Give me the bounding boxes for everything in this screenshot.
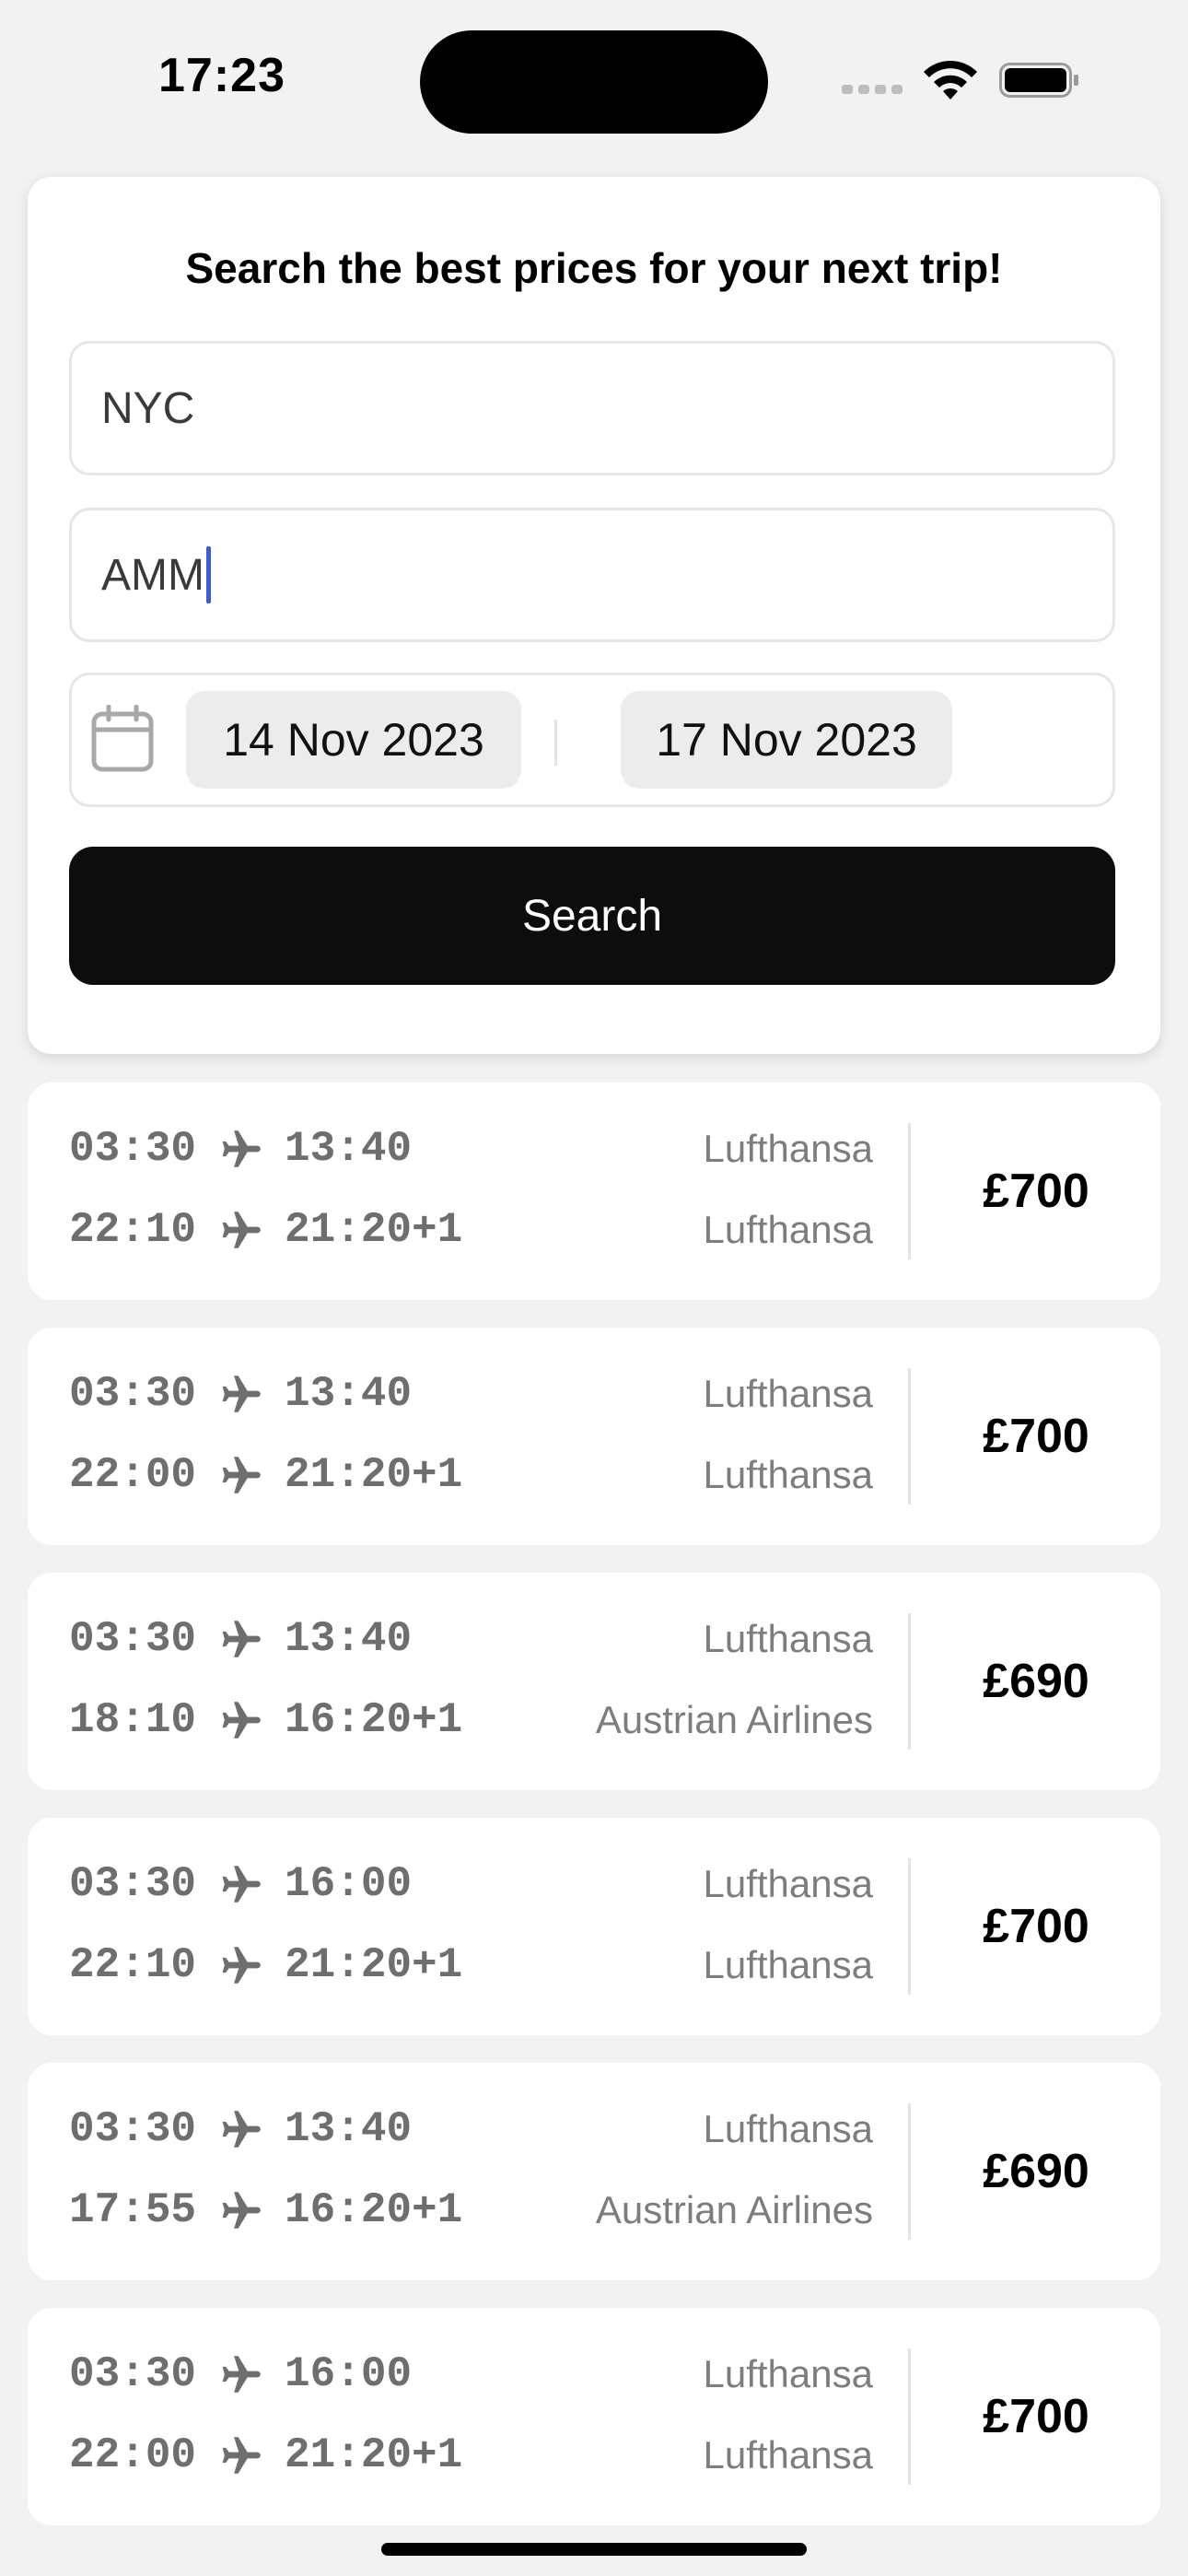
- cellular-signal-icon: [842, 85, 903, 94]
- price-divider: [908, 2103, 911, 2240]
- origin-value: NYC: [101, 383, 195, 433]
- departure-time: 22:10: [69, 1941, 197, 1989]
- plane-icon: [222, 2437, 261, 2474]
- departure-time: 03:30: [69, 1860, 197, 1908]
- arrival-time: 16:20+1: [285, 2186, 463, 2234]
- search-title: Search the best prices for your next tri…: [185, 244, 1003, 292]
- arrival-time: 21:20+1: [285, 1941, 463, 1989]
- end-date-picker[interactable]: 17 Nov 2023: [621, 691, 952, 789]
- status-time: 17:23: [158, 49, 285, 102]
- price-label: £690: [983, 1655, 1089, 1708]
- arrival-time: 13:40: [285, 1615, 413, 1663]
- outbound-airline: Lufthansa: [703, 1127, 874, 1170]
- plane-icon: [222, 1212, 261, 1248]
- search-button[interactable]: Search: [69, 847, 1115, 985]
- departure-time: 03:30: [69, 1125, 197, 1173]
- return-airline: Lufthansa: [703, 1453, 874, 1496]
- flight-result-card[interactable]: 03:30 13:40 22:00 21:20+1 Lufthansa Lufthan…: [28, 1328, 1160, 1545]
- date-range-field: 14 Nov 2023 17 Nov 2023: [69, 673, 1115, 807]
- departure-time: 22:10: [69, 1206, 197, 1254]
- departure-time: 17:55: [69, 2186, 197, 2234]
- flight-result-card[interactable]: 03:30 16:00 22:00 21:20+1 Lufthansa Lufthan…: [28, 2308, 1160, 2525]
- price-label: £700: [983, 1165, 1089, 1218]
- return-airline: Austrian Airlines: [595, 1698, 873, 1741]
- destination-input[interactable]: AMM: [69, 508, 1115, 642]
- price-divider: [908, 1368, 911, 1505]
- outbound-leg: 03:30 13:40: [69, 1366, 412, 1422]
- price-divider: [908, 1613, 911, 1750]
- outbound-airline: Lufthansa: [703, 1372, 874, 1415]
- arrival-time: 16:00: [285, 1860, 413, 1908]
- arrival-time: 16:00: [285, 2350, 413, 2398]
- return-airline: Lufthansa: [703, 1208, 874, 1251]
- outbound-airline: Lufthansa: [703, 1617, 874, 1660]
- arrival-time: 16:20+1: [285, 1696, 463, 1744]
- price-label: £700: [983, 1410, 1089, 1463]
- price-label: £700: [983, 1900, 1089, 1953]
- home-indicator: [381, 2543, 807, 2556]
- plane-icon: [222, 1621, 261, 1657]
- status-bar: 17:23: [0, 0, 1188, 157]
- return-airline: Austrian Airlines: [595, 2188, 873, 2231]
- price-label: £690: [983, 2145, 1089, 2198]
- plane-icon: [222, 1130, 261, 1167]
- plane-icon: [222, 2111, 261, 2148]
- outbound-leg: 03:30 13:40: [69, 2102, 412, 2157]
- departure-time: 22:00: [69, 1451, 197, 1499]
- price-divider: [908, 1123, 911, 1259]
- start-date-picker[interactable]: 14 Nov 2023: [186, 691, 521, 789]
- outbound-leg: 03:30 16:00: [69, 2347, 412, 2402]
- text-cursor: [205, 546, 211, 603]
- date-separator: [554, 720, 557, 766]
- return-leg: 17:55 16:20+1: [69, 2183, 462, 2238]
- results-list: 03:30 13:40 22:10 21:20+1 Lufthansa Lufthan…: [28, 1083, 1160, 2553]
- arrival-time: 21:20+1: [285, 2431, 463, 2479]
- outbound-airline: Lufthansa: [703, 1862, 874, 1905]
- plane-icon: [222, 1702, 261, 1739]
- plane-icon: [222, 1457, 261, 1493]
- destination-value: AMM: [101, 550, 204, 600]
- outbound-leg: 03:30 13:40: [69, 1611, 412, 1667]
- dynamic-island: [420, 30, 768, 134]
- flight-result-card[interactable]: 03:30 13:40 17:55 16:20+1 Lufthansa Austria…: [28, 2063, 1160, 2280]
- return-airline: Lufthansa: [703, 2433, 874, 2476]
- departure-time: 03:30: [69, 1370, 197, 1418]
- plane-icon: [222, 1947, 261, 1984]
- plane-icon: [222, 2356, 261, 2393]
- calendar-icon[interactable]: [90, 705, 155, 773]
- arrival-time: 13:40: [285, 2105, 413, 2153]
- outbound-airline: Lufthansa: [703, 2107, 874, 2150]
- search-card: Search the best prices for your next tri…: [28, 177, 1160, 1054]
- arrival-time: 13:40: [285, 1370, 413, 1418]
- wifi-icon: [924, 60, 977, 100]
- departure-time: 03:30: [69, 1615, 197, 1663]
- price-divider: [908, 1858, 911, 1995]
- origin-input[interactable]: NYC: [69, 341, 1115, 475]
- departure-time: 22:00: [69, 2431, 197, 2479]
- price-divider: [908, 2348, 911, 2485]
- battery-icon: [999, 63, 1078, 98]
- flight-result-card[interactable]: 03:30 16:00 22:10 21:20+1 Lufthansa Lufthan…: [28, 1818, 1160, 2035]
- arrival-time: 13:40: [285, 1125, 413, 1173]
- flight-result-card[interactable]: 03:30 13:40 18:10 16:20+1 Lufthansa Austria…: [28, 1573, 1160, 1790]
- return-leg: 22:10 21:20+1: [69, 1938, 462, 1993]
- flight-result-card[interactable]: 03:30 13:40 22:10 21:20+1 Lufthansa Lufthan…: [28, 1083, 1160, 1300]
- plane-icon: [222, 1376, 261, 1412]
- departure-time: 03:30: [69, 2350, 197, 2398]
- plane-icon: [222, 2192, 261, 2229]
- arrival-time: 21:20+1: [285, 1451, 463, 1499]
- outbound-airline: Lufthansa: [703, 2352, 874, 2395]
- return-airline: Lufthansa: [703, 1943, 874, 1986]
- outbound-leg: 03:30 13:40: [69, 1121, 412, 1177]
- arrival-time: 21:20+1: [285, 1206, 463, 1254]
- departure-time: 03:30: [69, 2105, 197, 2153]
- return-leg: 18:10 16:20+1: [69, 1692, 462, 1748]
- price-label: £700: [983, 2390, 1089, 2443]
- return-leg: 22:00 21:20+1: [69, 2428, 462, 2483]
- plane-icon: [222, 1866, 261, 1903]
- return-leg: 22:00 21:20+1: [69, 1447, 462, 1503]
- return-leg: 22:10 21:20+1: [69, 1202, 462, 1258]
- outbound-leg: 03:30 16:00: [69, 1856, 412, 1912]
- departure-time: 18:10: [69, 1696, 197, 1744]
